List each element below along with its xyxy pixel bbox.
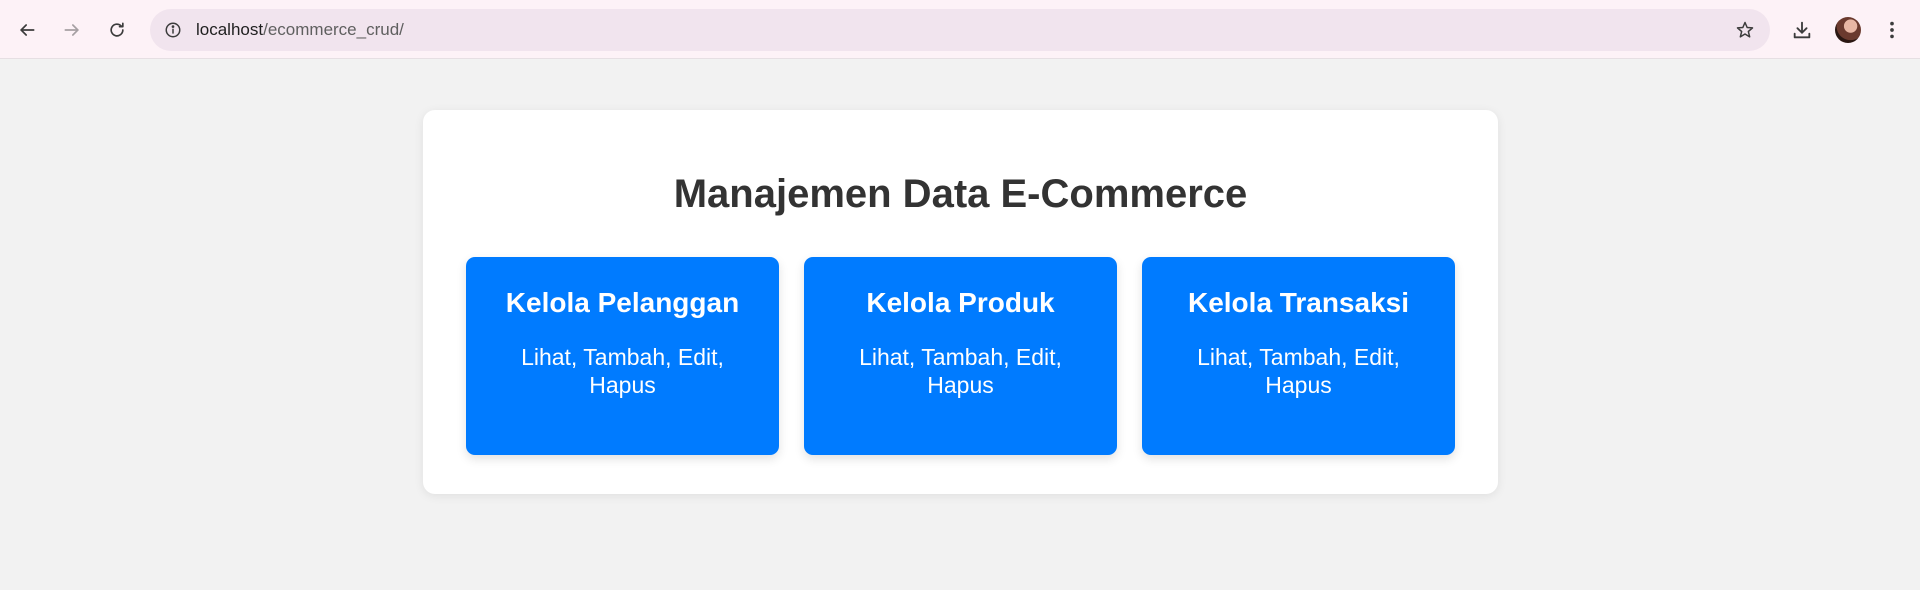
url-host: localhost xyxy=(196,20,264,39)
more-vert-icon[interactable] xyxy=(1874,12,1910,48)
bookmark-star-icon[interactable] xyxy=(1734,19,1756,41)
forward-arrow-icon xyxy=(64,24,79,36)
card-kelola-produk[interactable]: Kelola Produk Lihat, Tambah, Edit, Hapus xyxy=(804,257,1117,455)
site-info-icon[interactable] xyxy=(162,19,184,41)
card-title: Kelola Transaksi xyxy=(1187,287,1409,318)
card-description: Lihat, Tambah, Edit, Hapus xyxy=(521,344,724,398)
main-container: Manajemen Data E-Commerce Kelola Pelangg… xyxy=(423,110,1498,494)
card-description: Lihat, Tambah, Edit, Hapus xyxy=(1197,344,1400,398)
reload-icon xyxy=(110,22,124,37)
forward-button[interactable] xyxy=(54,12,90,48)
reload-button[interactable] xyxy=(99,12,135,48)
card-description: Lihat, Tambah, Edit, Hapus xyxy=(859,344,1062,398)
browser-toolbar: localhost/ecommerce_crud/ xyxy=(0,0,1920,59)
back-arrow-icon xyxy=(20,24,35,36)
back-button[interactable] xyxy=(9,12,45,48)
url-path: /ecommerce_crud/ xyxy=(263,20,404,39)
profile-avatar[interactable] xyxy=(1835,17,1861,43)
card-kelola-transaksi[interactable]: Kelola Transaksi Lihat, Tambah, Edit, Ha… xyxy=(1142,257,1455,455)
card-kelola-pelanggan[interactable]: Kelola Pelanggan Lihat, Tambah, Edit, Ha… xyxy=(466,257,779,455)
download-icon[interactable] xyxy=(1784,12,1820,48)
card-title: Kelola Produk xyxy=(866,287,1055,318)
address-bar[interactable]: localhost/ecommerce_crud/ xyxy=(150,9,1770,51)
url-text[interactable]: localhost/ecommerce_crud/ xyxy=(196,20,404,40)
card-title: Kelola Pelanggan xyxy=(505,287,740,318)
page-title: Manajemen Data E-Commerce xyxy=(673,172,1248,216)
